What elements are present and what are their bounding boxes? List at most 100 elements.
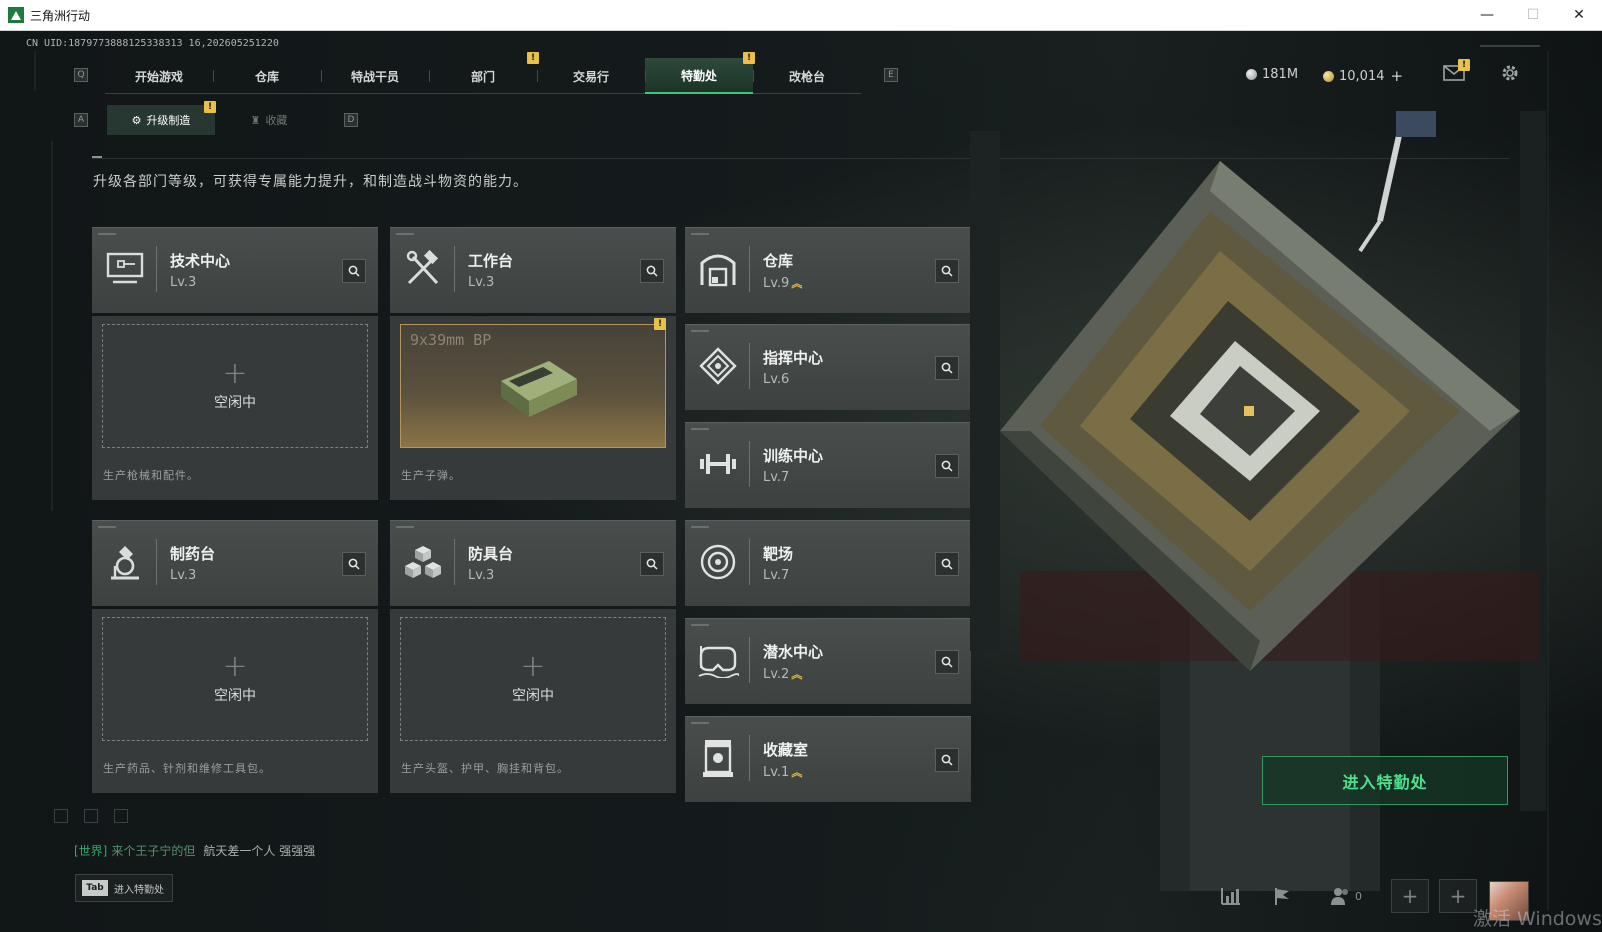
department-card-tech-center[interactable]: 技术中心 Lv.3 xyxy=(92,227,378,313)
search-icon[interactable] xyxy=(935,748,959,772)
department-level: Lv.1 ︽ xyxy=(763,765,803,780)
slot-status: 空闲中 xyxy=(214,395,256,411)
add-icon: + xyxy=(222,356,248,391)
card-separator xyxy=(749,637,750,683)
search-icon[interactable] xyxy=(342,259,366,283)
department-level: Lv.3 xyxy=(170,275,197,290)
department-card-diving-center[interactable]: 潜水中心 Lv.2 ︽ xyxy=(685,618,971,704)
friends-button[interactable]: 0 xyxy=(1326,884,1366,908)
production-slot-workbench[interactable]: 9x39mm BP ! 生产子弹。 xyxy=(390,316,676,500)
tab-departments[interactable]: 部门 xyxy=(429,58,537,94)
dumbbell-icon xyxy=(697,443,739,485)
friends-icon xyxy=(1331,888,1348,905)
empty-slot[interactable]: + 空闲中 xyxy=(400,617,666,741)
department-card-warehouse[interactable]: 仓库 Lv.9 ︽ xyxy=(685,227,971,313)
card-separator xyxy=(749,539,750,585)
card-tag xyxy=(98,526,116,528)
card-separator xyxy=(454,246,455,292)
tab-key: Tab xyxy=(82,880,108,896)
tab-gunsmith[interactable]: 改枪台 xyxy=(753,58,861,94)
search-icon[interactable] xyxy=(935,356,959,380)
target-icon xyxy=(697,541,739,583)
department-level: Lv.6 xyxy=(763,372,790,387)
department-card-pharmacy[interactable]: 制药台 Lv.3 xyxy=(92,520,378,606)
production-slot-pharmacy[interactable]: + 空闲中 生产药品、针剂和维修工具包。 xyxy=(92,609,378,793)
department-level: Lv.9 ︽ xyxy=(763,276,803,291)
tab-special-ops[interactable]: 特勤处 xyxy=(645,58,753,94)
world-chat-line[interactable]: [世界] 来个王子宁的但 航天差一个人 强强强 xyxy=(74,842,315,859)
slot-status: 空闲中 xyxy=(214,688,256,704)
command-chip-icon xyxy=(697,345,739,387)
diving-mask-icon xyxy=(697,639,739,681)
chat-sender[interactable]: 来个王子宁的但 xyxy=(111,844,195,858)
department-card-workbench[interactable]: 工作台 Lv.3 xyxy=(390,227,676,313)
department-name: 工作台 xyxy=(468,252,514,270)
department-card-training-center[interactable]: 训练中心 Lv.7 xyxy=(685,422,971,508)
minimize-button[interactable]: — xyxy=(1464,0,1510,30)
subtab-upgrade-craft[interactable]: ⚙ 升级制造 xyxy=(107,105,215,135)
department-level: Lv.3 xyxy=(468,275,495,290)
display-case-icon xyxy=(697,737,739,779)
department-name: 训练中心 xyxy=(763,447,824,465)
department-card-command-center[interactable]: 指挥中心 Lv.6 xyxy=(685,324,971,410)
card-tag xyxy=(98,233,116,235)
department-name: 仓库 xyxy=(763,252,794,270)
department-name: 指挥中心 xyxy=(763,349,824,367)
add-icon: + xyxy=(520,649,546,684)
card-separator xyxy=(749,441,750,487)
tab-operators[interactable]: 特战干员 xyxy=(321,58,429,94)
card-tag xyxy=(396,233,414,235)
department-card-collection-room[interactable]: 收藏室 Lv.1 ︽ xyxy=(685,716,971,802)
page-description: 升级各部门等级，可获得专属能力提升，和制造战斗物资的能力。 xyxy=(93,174,528,190)
department-level: Lv.7 xyxy=(763,470,790,485)
computer-chip-icon xyxy=(104,248,146,290)
slot-description: 生产枪械和配件。 xyxy=(103,469,199,482)
department-card-shooting-range[interactable]: 靶场 Lv.7 xyxy=(685,520,971,606)
add-icon: + xyxy=(222,649,248,684)
slot-description: 生产头盔、护甲、胸挂和背包。 xyxy=(401,762,569,775)
search-icon[interactable] xyxy=(935,454,959,478)
search-icon[interactable] xyxy=(935,552,959,576)
search-icon[interactable] xyxy=(640,552,664,576)
tab-start-game[interactable]: 开始游戏 xyxy=(105,58,213,94)
search-icon[interactable] xyxy=(935,259,959,283)
production-slot-tech-center[interactable]: + 空闲中 生产枪械和配件。 xyxy=(92,316,378,500)
card-tag xyxy=(691,233,709,235)
microscope-icon xyxy=(104,541,146,583)
search-icon[interactable] xyxy=(935,650,959,674)
notification-badge: ! xyxy=(204,101,216,113)
department-name: 收藏室 xyxy=(763,741,809,759)
enter-special-ops-button[interactable]: 进入特勤处 xyxy=(1262,756,1508,805)
nav-next-key-hint: E xyxy=(884,68,898,82)
search-icon[interactable] xyxy=(640,259,664,283)
close-button[interactable]: ✕ xyxy=(1556,0,1602,30)
flag-icon[interactable] xyxy=(1268,884,1296,908)
nav-prev-key-hint: Q xyxy=(74,68,88,82)
department-name: 潜水中心 xyxy=(763,643,824,661)
slot-notification-badge: ! xyxy=(654,318,666,330)
slot-description: 生产子弹。 xyxy=(401,469,461,482)
upgrade-available-icon: ︽ xyxy=(791,277,803,290)
add-party-slot-button[interactable]: + xyxy=(1439,879,1477,913)
search-icon[interactable] xyxy=(342,552,366,576)
ammo-box-image xyxy=(501,361,577,417)
empty-slot[interactable]: + 空闲中 xyxy=(102,617,368,741)
card-separator xyxy=(749,343,750,389)
empty-slot[interactable]: + 空闲中 xyxy=(102,324,368,448)
crafting-item-ammo[interactable]: 9x39mm BP xyxy=(400,324,666,448)
maximize-button[interactable]: ☐ xyxy=(1510,0,1556,30)
wrench-icon: ⚙ xyxy=(131,113,142,127)
department-level: Lv.7 xyxy=(763,568,790,583)
card-separator xyxy=(749,246,750,292)
production-slot-armor[interactable]: + 空闲中 生产头盔、护甲、胸挂和背包。 xyxy=(390,609,676,793)
tab-key-hint[interactable]: Tab 进入特勤处 xyxy=(75,874,173,902)
department-name: 靶场 xyxy=(763,545,794,563)
add-party-slot-button[interactable]: + xyxy=(1391,879,1429,913)
warehouse-icon xyxy=(697,248,739,290)
tab-warehouse[interactable]: 仓库 xyxy=(213,58,321,94)
card-tag xyxy=(691,722,709,724)
tab-trading[interactable]: 交易行 xyxy=(537,58,645,94)
subtab-collection[interactable]: ♜ 收藏 xyxy=(215,105,323,135)
statistics-icon[interactable] xyxy=(1217,884,1245,908)
department-card-armor[interactable]: 防具台 Lv.3 xyxy=(390,520,676,606)
